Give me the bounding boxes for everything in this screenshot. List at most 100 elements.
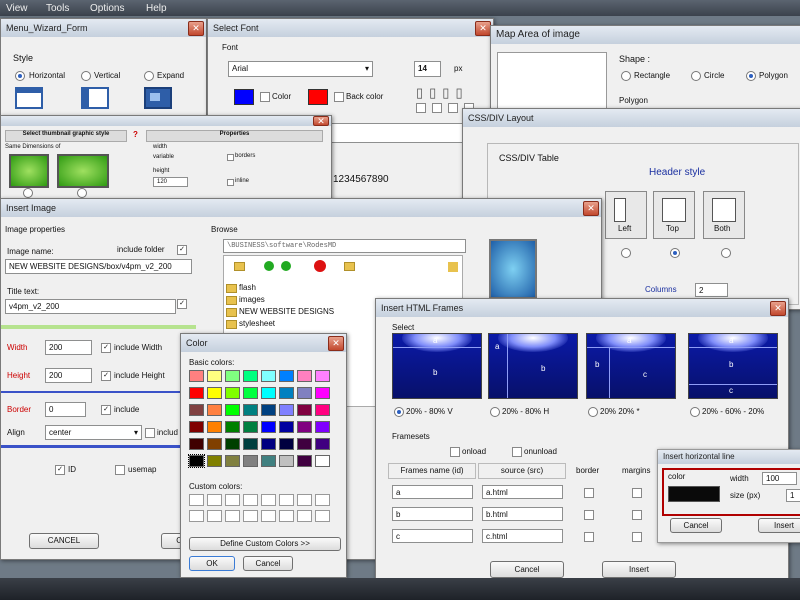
custom-color-swatch[interactable] [207, 510, 222, 522]
title-text-input[interactable]: v4pm_v2_200 [5, 299, 176, 314]
color-swatch[interactable] [315, 370, 330, 382]
color-swatch[interactable] [225, 421, 240, 433]
folder-up-icon[interactable] [234, 262, 245, 271]
frame-name-input-a[interactable]: a [392, 485, 473, 499]
ok-button[interactable]: OK [189, 556, 235, 571]
color-swatch[interactable] [189, 370, 204, 382]
color-swatch[interactable] [243, 455, 258, 467]
color-swatch[interactable] [207, 438, 222, 450]
custom-color-swatch[interactable] [225, 510, 240, 522]
usemap-checkbox[interactable] [115, 465, 125, 475]
color-swatch[interactable] [225, 438, 240, 450]
include-width-checkbox[interactable]: ✓ [101, 343, 111, 353]
color-swatch[interactable] [188, 454, 205, 468]
color-checkbox[interactable] [260, 92, 270, 102]
close-icon[interactable]: ✕ [313, 116, 329, 126]
header-both-option[interactable]: Both [703, 191, 745, 239]
font-color-swatch[interactable] [234, 89, 254, 105]
hline-color-swatch[interactable] [668, 486, 720, 502]
frame-option-2[interactable]: ab [488, 333, 578, 399]
includ-checkbox[interactable] [145, 428, 155, 438]
custom-color-swatch[interactable] [189, 510, 204, 522]
color-swatch[interactable] [315, 438, 330, 450]
image-path-input[interactable]: NEW WEBSITE DESIGNS/box/v4pm_v2_200 [5, 259, 192, 274]
color-swatch[interactable] [279, 370, 294, 382]
menu-tools[interactable]: Tools [46, 3, 69, 14]
frame-option-2-radio[interactable] [490, 407, 500, 417]
hline-width-input[interactable]: 100 [762, 472, 797, 485]
color-swatch[interactable] [207, 404, 222, 416]
thumbnail-style-2[interactable] [57, 154, 109, 188]
frame-option-3[interactable]: abc [586, 333, 676, 399]
id-checkbox[interactable]: ✓ [55, 465, 65, 475]
color-swatch[interactable] [243, 438, 258, 450]
title-checkbox[interactable]: ✓ [177, 299, 187, 309]
stop-icon[interactable] [314, 260, 326, 272]
hline-size-input[interactable]: 1 [786, 489, 800, 502]
frame-src-input-b[interactable]: b.html [482, 507, 563, 521]
border-checkbox-b[interactable] [584, 510, 594, 520]
top-radio[interactable] [670, 248, 680, 258]
border-checkbox-a[interactable] [584, 488, 594, 498]
width-input[interactable]: 200 [45, 340, 92, 355]
inline-checkbox[interactable] [227, 179, 234, 186]
margins-checkbox-b[interactable] [632, 510, 642, 520]
vertical-radio[interactable] [81, 71, 91, 81]
align-select[interactable]: center ▾ [45, 425, 142, 440]
include-border-checkbox[interactable]: ✓ [101, 405, 111, 415]
thumbnail-radio-2[interactable] [77, 188, 87, 198]
custom-color-swatch[interactable] [261, 494, 276, 506]
color-swatch[interactable] [243, 387, 258, 399]
close-icon[interactable]: ✕ [770, 301, 786, 316]
cancel-button[interactable]: Cancel [243, 556, 293, 571]
browse-path-input[interactable]: \BUSINESS\software\RodesMD [223, 239, 466, 253]
color-swatch[interactable] [279, 387, 294, 399]
frame-name-input-b[interactable]: b [392, 507, 473, 521]
custom-color-swatch[interactable] [225, 494, 240, 506]
onunload-checkbox[interactable] [512, 447, 522, 457]
expand-style-icon[interactable] [144, 87, 172, 109]
color-swatch[interactable] [297, 404, 312, 416]
color-swatch[interactable] [279, 455, 294, 467]
folder-new-website-designs[interactable]: NEW WEBSITE DESIGNS [239, 307, 334, 316]
close-icon[interactable]: ✕ [188, 21, 204, 36]
color-swatch[interactable] [243, 404, 258, 416]
refresh-icon[interactable] [448, 262, 458, 272]
margins-checkbox-c[interactable] [632, 532, 642, 542]
menu-options[interactable]: Options [90, 3, 124, 14]
style-checkbox-3[interactable] [448, 103, 458, 113]
margins-checkbox-a[interactable] [632, 488, 642, 498]
font-size-input[interactable]: 14 [414, 61, 441, 77]
color-swatch[interactable] [261, 404, 276, 416]
color-swatch[interactable] [279, 404, 294, 416]
folder-flash[interactable]: flash [239, 283, 256, 292]
hline-insert-button[interactable]: Insert [758, 518, 800, 533]
cancel-button[interactable]: CANCEL [29, 533, 99, 549]
color-swatch[interactable] [315, 421, 330, 433]
color-swatch[interactable] [225, 370, 240, 382]
color-swatch[interactable] [261, 370, 276, 382]
custom-color-swatch[interactable] [207, 494, 222, 506]
font-select[interactable]: Arial ▾ [228, 61, 373, 77]
height-input[interactable]: 120 [153, 177, 188, 187]
thumbnail-style-1[interactable] [9, 154, 49, 188]
define-custom-colors-button[interactable]: Define Custom Colors >> [189, 537, 341, 551]
custom-color-swatch[interactable] [315, 494, 330, 506]
color-swatch[interactable] [279, 438, 294, 450]
vertical-style-icon[interactable] [81, 87, 109, 109]
custom-color-swatch[interactable] [279, 494, 294, 506]
horizontal-style-icon[interactable] [15, 87, 43, 109]
border-input[interactable]: 0 [45, 402, 86, 417]
color-swatch[interactable] [243, 421, 258, 433]
color-swatch[interactable] [261, 455, 276, 467]
color-swatch[interactable] [207, 387, 222, 399]
color-swatch[interactable] [261, 387, 276, 399]
polygon-radio[interactable] [746, 71, 756, 81]
close-icon[interactable]: ✕ [583, 201, 599, 216]
both-radio[interactable] [721, 248, 731, 258]
border-checkbox-c[interactable] [584, 532, 594, 542]
color-swatch[interactable] [297, 370, 312, 382]
color-swatch[interactable] [189, 404, 204, 416]
header-left-option[interactable]: Left [605, 191, 647, 239]
color-swatch[interactable] [315, 455, 330, 467]
